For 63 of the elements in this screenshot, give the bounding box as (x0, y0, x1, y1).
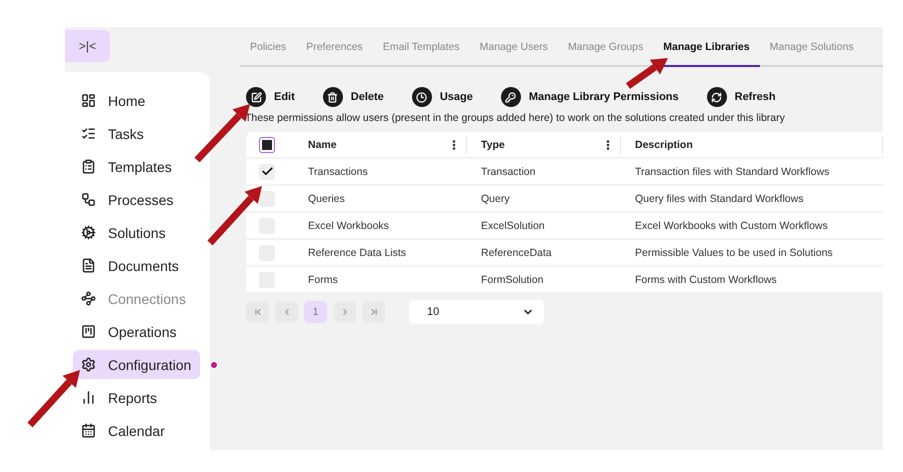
sidebar-toggle-button[interactable]: >|< (65, 30, 110, 62)
annotation-arrow (207, 186, 262, 246)
annotation-arrow (626, 58, 668, 89)
sidebar-item[interactable]: Templates (73, 152, 200, 181)
table-cell-text: Forms with Custom Workflows (634, 274, 778, 286)
row-checkbox[interactable] (259, 190, 275, 206)
select-all-checkbox[interactable] (259, 136, 275, 152)
annotation-arrow (27, 370, 80, 428)
table-cell-text: Transaction files with Standard Workflows (634, 166, 830, 178)
dashboard-icon (81, 93, 96, 108)
toolbar-button[interactable]: Refresh (706, 87, 776, 107)
gear-icon (81, 225, 96, 240)
sidebar-item[interactable]: Solutions (73, 218, 200, 247)
sidebar-item[interactable]: Documents (73, 251, 200, 280)
trash-icon (322, 87, 343, 107)
toolbar-button[interactable]: Manage Library Permissions (500, 87, 679, 107)
page-size-dropdown[interactable]: 10 (409, 300, 544, 324)
edit-icon (246, 87, 266, 107)
clipboard-icon (81, 159, 96, 174)
sidebar-item[interactable]: Processes (73, 185, 200, 214)
settings-icon (81, 357, 96, 372)
first-page-button[interactable] (246, 301, 269, 323)
table-cell-text: Queries (307, 192, 346, 204)
key-icon (500, 87, 521, 107)
bar-chart-icon (81, 390, 96, 405)
table-cell-text: Forms (307, 274, 339, 286)
checklist-icon (81, 126, 96, 141)
table-cell-text: ExcelSolution (480, 220, 546, 232)
calendar-icon (81, 423, 96, 438)
refresh-icon (706, 87, 727, 107)
clock-icon (412, 87, 432, 107)
table-cell-text: ReferenceData (480, 246, 553, 258)
table-cell-text: Query (480, 192, 511, 204)
sidebar-item[interactable]: Home (73, 86, 200, 115)
table-cell-text: Excel Workbooks with Custom Workflows (634, 220, 829, 232)
table-cell-text: Permissible Values to be used in Solutions (634, 246, 834, 258)
previous-page-button[interactable] (275, 301, 298, 323)
sidebar-item[interactable]: Tasks (73, 119, 200, 148)
toolbar-button[interactable]: Edit (246, 87, 295, 107)
sidebar-item[interactable]: Calendar (73, 416, 200, 445)
table-cell-text: Excel Workbooks (307, 220, 390, 232)
column-header[interactable]: Description (621, 136, 883, 154)
column-header[interactable]: Type (467, 136, 621, 154)
next-page-button[interactable] (333, 301, 356, 323)
sidebar-item[interactable]: Operations (73, 317, 200, 346)
description-text: These permissions allow users (present in the groups added here) to work on the solutions created under this library (244, 111, 786, 124)
sidebar-item[interactable]: Reports (73, 383, 200, 412)
last-page-button[interactable] (362, 301, 385, 323)
column-header[interactable]: Name (294, 136, 467, 154)
panel-icon (81, 324, 96, 339)
first-page-icon (252, 307, 262, 317)
table-cell-text: FormSolution (480, 274, 544, 286)
flow-icon (81, 192, 96, 207)
nodes-icon (81, 291, 96, 306)
toolbar-button[interactable]: Delete (322, 87, 384, 107)
table-cell-text: Query files with Standard Workflows (634, 192, 804, 204)
last-page-icon (368, 307, 378, 317)
table-cell-text: Reference Data Lists (307, 246, 408, 258)
document-icon (81, 258, 96, 273)
toolbar-button[interactable]: Usage (412, 87, 473, 107)
row-checkbox[interactable] (259, 164, 275, 180)
table-cell-text: Transaction (480, 166, 536, 178)
table-cell-text: Transactions (307, 166, 369, 178)
